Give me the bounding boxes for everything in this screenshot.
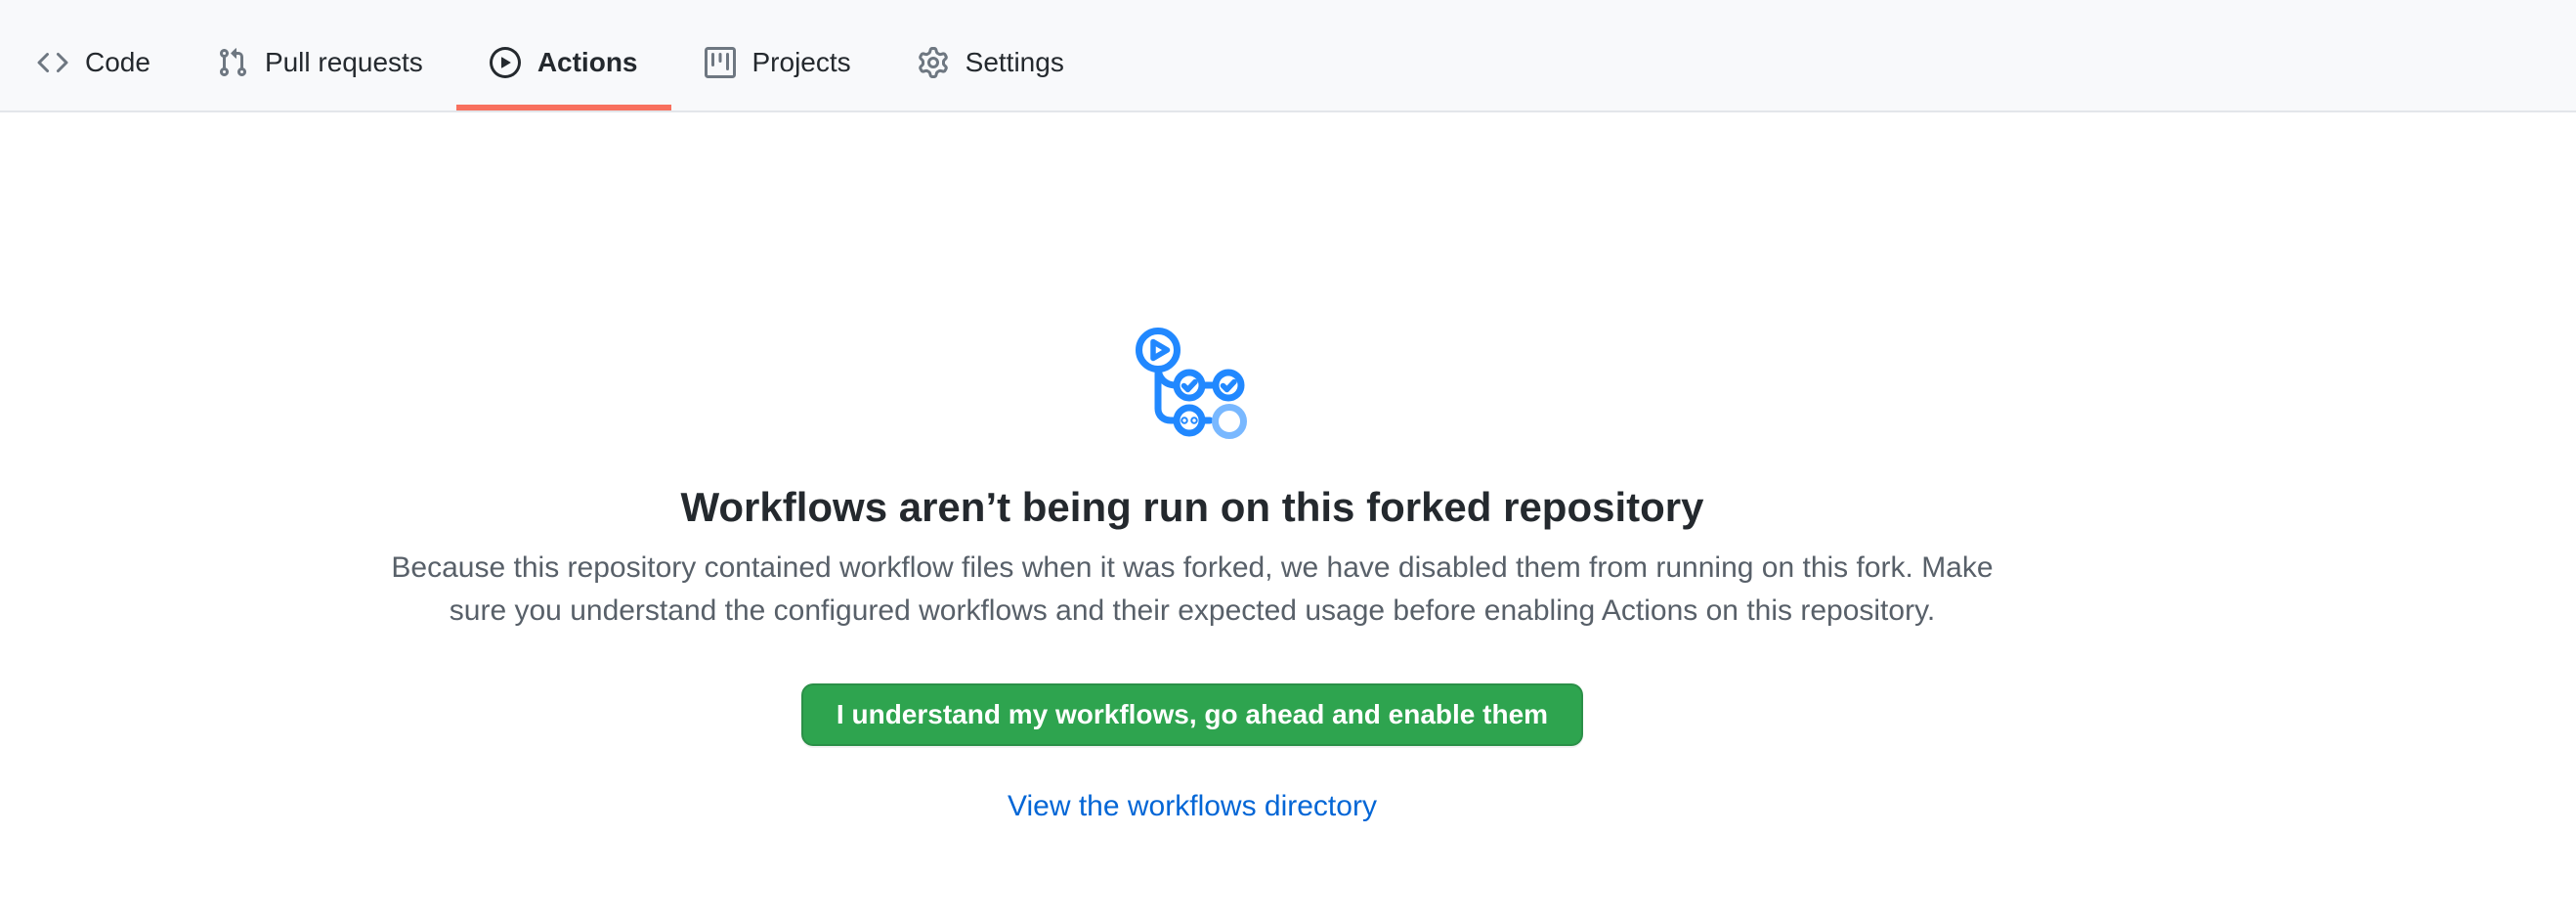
- project-icon: [705, 47, 736, 78]
- tab-label-settings: Settings: [966, 49, 1064, 76]
- enable-workflows-button[interactable]: I understand my workflows, go ahead and …: [801, 683, 1583, 746]
- tab-settings[interactable]: Settings: [884, 14, 1097, 110]
- workflows-directory-link[interactable]: View the workflows directory: [1008, 789, 1377, 824]
- description-line-2: sure you understand the configured workf…: [391, 590, 1993, 633]
- tab-actions[interactable]: Actions: [456, 14, 671, 110]
- tab-projects[interactable]: Projects: [671, 14, 884, 110]
- page-title: Workflows aren’t being run on this forke…: [680, 482, 1703, 533]
- actions-blankslate: Workflows aren’t being run on this forke…: [0, 112, 2384, 824]
- blankslate-description: Because this repository contained workfl…: [391, 547, 1993, 633]
- git-pull-request-icon: [217, 47, 248, 78]
- code-icon: [37, 47, 68, 78]
- workflow-graph-icon: [1136, 328, 1249, 439]
- tab-pull-requests[interactable]: Pull requests: [184, 14, 456, 110]
- gear-icon: [918, 47, 949, 78]
- description-line-1: Because this repository contained workfl…: [391, 547, 1993, 590]
- tab-code[interactable]: Code: [4, 14, 184, 110]
- tab-label-actions: Actions: [537, 49, 638, 76]
- tab-label-pull-requests: Pull requests: [265, 49, 423, 76]
- tab-label-projects: Projects: [752, 49, 851, 76]
- tab-label-code: Code: [85, 49, 150, 76]
- play-icon: [490, 47, 521, 78]
- repo-tab-bar: Code Pull requests Actions Projects Sett…: [0, 0, 2576, 112]
